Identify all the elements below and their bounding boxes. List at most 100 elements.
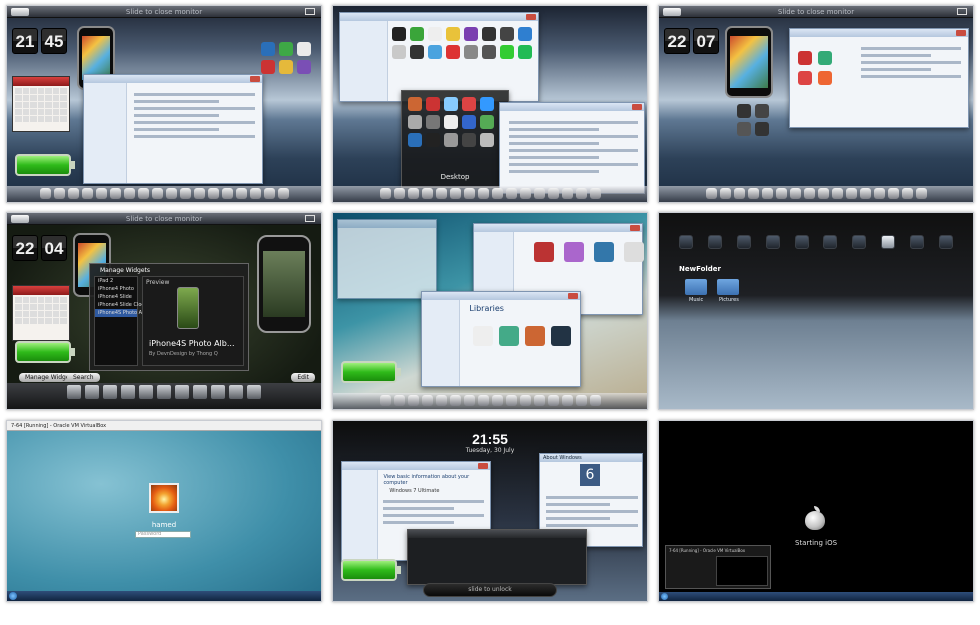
dock-icon[interactable] [589,188,601,199]
app-icon[interactable] [297,42,311,56]
app-icon[interactable] [707,235,722,249]
app-icon[interactable] [534,242,554,262]
dock-icon[interactable] [575,395,587,406]
app-icon[interactable] [428,27,442,41]
app-icon[interactable] [518,45,532,59]
close-icon[interactable] [632,104,642,110]
widget-thumb[interactable] [139,385,153,399]
vm-titlebar[interactable]: 7-64 [Running] - Oracle VM VirtualBox [7,421,321,431]
dock-icon[interactable] [789,188,801,199]
window-titlebar[interactable] [422,292,580,300]
dock-icon[interactable] [519,395,531,406]
dock-icon[interactable] [519,188,531,199]
dock-icon[interactable] [435,395,447,406]
calendar-widget[interactable] [12,285,70,341]
dock-icon[interactable] [561,188,573,199]
dock-icon[interactable] [263,188,275,199]
dock-icon[interactable] [165,188,177,199]
dock-icon[interactable] [463,188,475,199]
app-icon[interactable] [444,133,458,147]
desktop-stack-popup[interactable]: Desktop [401,90,509,188]
dock-icon[interactable] [831,188,843,199]
angry-birds-icon[interactable] [798,51,812,65]
app-icon[interactable] [518,27,532,41]
dock-icon[interactable] [407,188,419,199]
app-icon[interactable] [564,242,584,262]
edit-button[interactable]: Edit [291,373,315,382]
close-icon[interactable] [478,463,488,469]
dock-icon[interactable] [407,395,419,406]
dock-icon[interactable] [491,395,503,406]
documents-icon[interactable] [472,326,493,346]
window-titlebar[interactable] [340,13,538,21]
dock-icon[interactable] [733,188,745,199]
folder-app-icon[interactable] [881,235,896,249]
dock-icon[interactable] [491,188,503,199]
widget-icon[interactable] [755,104,769,118]
control-panel-window[interactable] [499,102,645,194]
app-icon[interactable] [500,45,514,59]
dock-icon[interactable] [193,188,205,199]
window-titlebar[interactable] [500,103,644,111]
recycle-icon[interactable] [279,42,293,56]
app-icon[interactable] [464,27,478,41]
dock-icon[interactable] [81,188,93,199]
dock-icon[interactable] [449,395,461,406]
app-icon[interactable] [428,45,442,59]
widget-list-item[interactable]: iPad 2 [95,277,137,285]
app-icon[interactable] [594,242,614,262]
app-icon[interactable] [480,133,494,147]
dock-icon[interactable] [915,188,927,199]
dock-icon[interactable] [859,188,871,199]
window-titlebar[interactable] [408,530,586,538]
media-player-window[interactable] [407,529,587,585]
widget-thumb[interactable] [211,385,225,399]
dock-icon[interactable] [775,188,787,199]
game-icon[interactable] [818,51,832,65]
app-icon[interactable] [823,235,838,249]
widget-thumb[interactable] [229,385,243,399]
app-icon[interactable] [624,242,644,262]
explorer-window[interactable] [83,74,263,184]
app-icon[interactable] [426,115,440,129]
dock-icon[interactable] [477,188,489,199]
dock-icon[interactable] [533,395,545,406]
app-icon[interactable] [480,97,494,111]
games-window[interactable] [789,28,969,128]
app-icon[interactable] [444,115,458,129]
dock-icon[interactable] [719,188,731,199]
dock-icon[interactable] [547,395,559,406]
close-icon[interactable] [250,76,260,82]
app-icon[interactable] [446,27,460,41]
monitor-icon[interactable] [305,8,315,15]
close-icon[interactable] [630,225,640,231]
pictures-folder-icon[interactable] [717,279,739,295]
dock-icon[interactable] [761,188,773,199]
app-icon[interactable] [392,27,406,41]
window-titlebar[interactable] [474,224,642,232]
monitor-icon[interactable] [957,8,967,15]
app-icon[interactable] [408,115,422,129]
dock-icon[interactable] [207,188,219,199]
dock-icon[interactable] [221,188,233,199]
dock-icon[interactable] [379,395,391,406]
app-icon[interactable] [910,235,924,249]
dock-icon[interactable] [393,395,405,406]
app-icon[interactable] [938,235,953,249]
dock-icon[interactable] [277,188,289,199]
dock-icon[interactable] [817,188,829,199]
game-icon[interactable] [818,71,832,85]
app-icon[interactable] [500,27,514,41]
app-icon[interactable] [462,133,476,147]
music-folder-icon[interactable] [685,279,707,295]
app-icon[interactable] [480,115,494,129]
widget-list[interactable]: iPad 2 iPhone4 Photo iPhone4 Slide iPhon… [94,276,155,366]
password-field[interactable]: Password [135,531,191,538]
dock-icon[interactable] [533,188,545,199]
app-icon[interactable] [446,45,460,59]
dock-icon[interactable] [151,188,163,199]
dock-icon[interactable] [575,188,587,199]
widget-thumb[interactable] [121,385,135,399]
app-icon[interactable] [765,235,780,249]
dock-icon[interactable] [845,188,857,199]
